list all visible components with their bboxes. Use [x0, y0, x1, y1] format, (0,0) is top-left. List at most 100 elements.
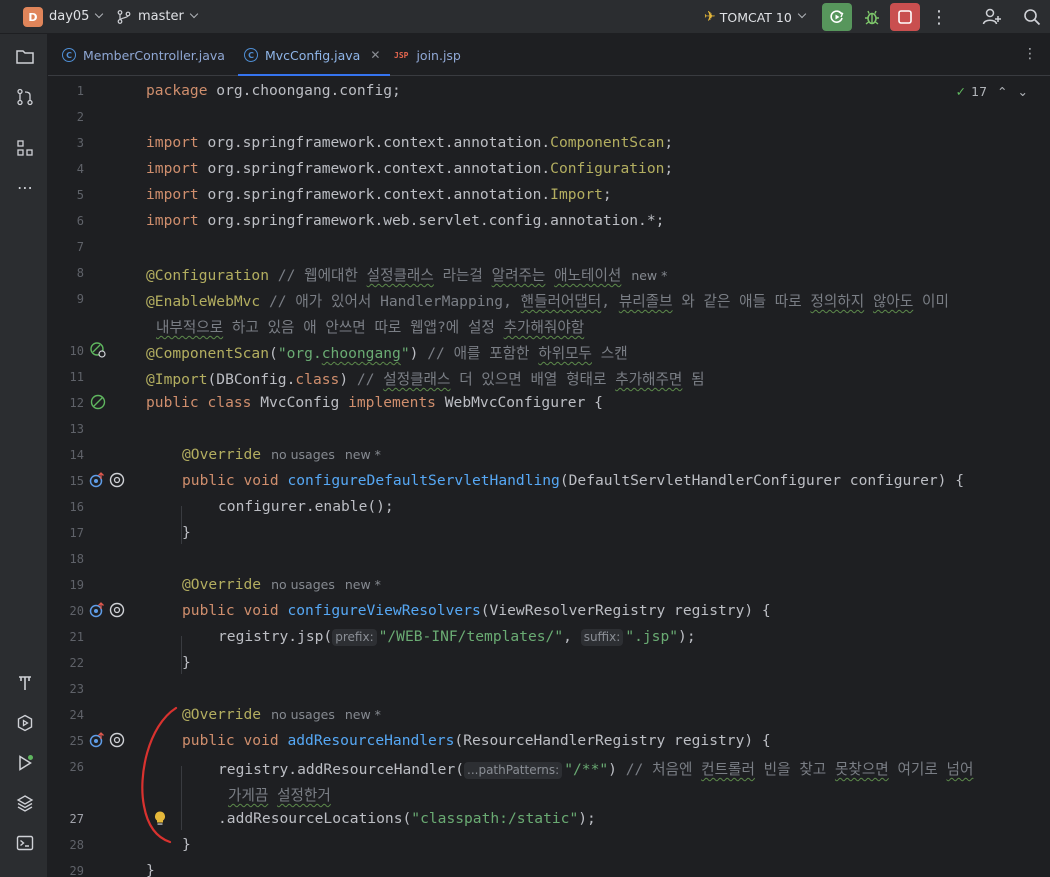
- title-bar: D day05 master ✈ TOMCAT 10 ⋮: [0, 0, 1050, 34]
- add-user-icon: [982, 8, 1001, 25]
- code-line[interactable]: }: [182, 836, 191, 853]
- code-line[interactable]: public void configureDefaultServletHandl…: [182, 472, 964, 489]
- project-icon[interactable]: [14, 46, 36, 68]
- code-line[interactable]: @EnableWebMvc // 애가 있어서 HandlerMapping, …: [146, 290, 949, 311]
- stop-button[interactable]: [890, 3, 920, 31]
- terminal-icon[interactable]: [14, 832, 36, 854]
- stop-icon: [898, 10, 912, 24]
- run-config-name: TOMCAT 10: [719, 9, 792, 25]
- chevron-down-icon[interactable]: ⌄: [1018, 84, 1028, 99]
- search-icon: [1024, 9, 1041, 26]
- more-tools-icon[interactable]: ⋯: [14, 176, 36, 198]
- override-marker-icon[interactable]: [89, 732, 105, 748]
- chevron-down-icon: [95, 9, 104, 19]
- line-number: 11: [69, 370, 84, 384]
- author-hint: new *: [344, 447, 381, 462]
- rerun-button[interactable]: [822, 3, 852, 31]
- line-number: 18: [69, 552, 84, 566]
- chevron-down-icon: [797, 9, 807, 19]
- chevron-up-icon[interactable]: ⌃: [997, 84, 1007, 99]
- run-config-selector[interactable]: ✈ TOMCAT 10: [704, 9, 807, 25]
- line-number: 12: [69, 396, 84, 410]
- mapping-at-icon[interactable]: [109, 602, 125, 618]
- bean-scan-icon[interactable]: [90, 342, 106, 358]
- project-selector[interactable]: day05: [49, 9, 104, 24]
- code-line[interactable]: }: [146, 862, 155, 877]
- spring-bean-icon[interactable]: [90, 394, 106, 410]
- jsp-file-icon: JSP: [394, 50, 409, 60]
- code-line[interactable]: public void configureViewResolvers(ViewR…: [182, 602, 771, 619]
- search-button[interactable]: [1017, 3, 1047, 31]
- add-user-button[interactable]: [977, 3, 1007, 31]
- layers-icon[interactable]: [14, 792, 36, 814]
- code-line[interactable]: import org.springframework.context.annot…: [146, 160, 673, 177]
- tomcat-icon: ✈: [704, 9, 716, 25]
- code-line[interactable]: @Import(DBConfig.class) // 설정클래스 더 있으면 배…: [146, 368, 705, 389]
- code-line[interactable]: .addResourceLocations("classpath:/static…: [218, 810, 596, 827]
- line-number: 29: [69, 864, 84, 877]
- line-number: 7: [76, 240, 84, 254]
- java-class-icon: C: [244, 48, 258, 62]
- line-number: 22: [69, 656, 84, 670]
- code-line[interactable]: import org.springframework.context.annot…: [146, 186, 612, 203]
- mapping-at-icon[interactable]: [109, 472, 125, 488]
- line-number: 21: [69, 630, 84, 644]
- code-line[interactable]: }: [182, 524, 191, 541]
- code-line-wrapped[interactable]: 가게끔 설정한거: [228, 784, 331, 805]
- line-number: 3: [76, 136, 84, 150]
- code-line[interactable]: configurer.enable();: [218, 498, 394, 515]
- tab-join-jsp[interactable]: JSP join.jsp: [394, 34, 461, 76]
- mapping-at-icon[interactable]: [109, 732, 125, 748]
- line-number: 10: [69, 344, 84, 358]
- line-number: 26: [69, 760, 84, 774]
- code-line[interactable]: @Override no usages new *: [182, 706, 381, 723]
- override-marker-icon[interactable]: [89, 602, 105, 618]
- code-line[interactable]: @Configuration // 웹에대한 설정클래스 라는걸 알려주는 애노…: [146, 264, 667, 285]
- checkmark-icon: ✓: [955, 84, 967, 99]
- structure-icon[interactable]: [14, 137, 36, 159]
- chevron-down-icon: [189, 9, 199, 18]
- run-icon[interactable]: [14, 752, 36, 774]
- build-icon[interactable]: [14, 672, 36, 694]
- line-number: 20: [69, 604, 84, 618]
- override-marker-icon[interactable]: [89, 472, 105, 488]
- code-line[interactable]: registry.addResourceHandler(...pathPatte…: [218, 758, 973, 779]
- more-actions-button[interactable]: ⋮: [924, 3, 954, 31]
- line-number: 5: [76, 188, 84, 202]
- code-line[interactable]: import org.springframework.context.annot…: [146, 134, 673, 151]
- code-line[interactable]: package org.choongang.config;: [146, 82, 401, 99]
- tab-label: join.jsp: [416, 47, 461, 63]
- code-line[interactable]: @Override no usages new *: [182, 446, 381, 463]
- code-line[interactable]: registry.jsp(prefix: "/WEB-INF/templates/…: [218, 628, 696, 646]
- code-line-wrapped[interactable]: 내부적으로 하고 있음 애 안쓰면 따로 웹앱?에 설정 추가해줘야함: [156, 316, 584, 337]
- lightbulb-icon[interactable]: [152, 810, 168, 826]
- tab-label: MvcConfig.java: [265, 47, 361, 63]
- close-icon[interactable]: ✕: [370, 48, 380, 62]
- code-line[interactable]: @ComponentScan("org.choongang") // 애를 포함…: [146, 342, 628, 363]
- commit-icon[interactable]: [14, 86, 36, 108]
- tab-mvc-config[interactable]: C MvcConfig.java ✕: [237, 34, 391, 76]
- inspection-widget[interactable]: ✓ 17 ⌃ ⌄: [956, 84, 1028, 99]
- branch-selector[interactable]: master: [117, 9, 199, 24]
- author-hint: new *: [344, 577, 381, 592]
- left-tool-window-bar: ⋯: [0, 34, 48, 877]
- code-line[interactable]: import org.springframework.web.servlet.c…: [146, 212, 664, 229]
- code-line[interactable]: }: [182, 654, 191, 671]
- services-icon[interactable]: [14, 712, 36, 734]
- code-editor[interactable]: ✓ 17 ⌃ ⌄ 1 2 3 4 5 6 7 8 9 10 11 12 13 1…: [48, 76, 1050, 877]
- code-line[interactable]: public class MvcConfig implements WebMvc…: [146, 394, 603, 411]
- inspection-count: 17: [971, 84, 988, 99]
- tab-menu-button[interactable]: ⋮: [1023, 46, 1037, 62]
- line-number: 9: [76, 292, 84, 306]
- debug-button[interactable]: [857, 3, 887, 31]
- code-line[interactable]: @Override no usages new *: [182, 576, 381, 593]
- usage-hint: new *: [631, 268, 668, 283]
- tab-member-controller[interactable]: C MemberController.java: [62, 34, 225, 76]
- rerun-icon: [830, 10, 844, 23]
- usage-hint: no usages: [271, 577, 335, 592]
- project-badge[interactable]: D: [23, 7, 43, 27]
- line-number: 23: [69, 682, 84, 696]
- git-branch-icon: [117, 9, 131, 24]
- line-number: 27: [69, 812, 84, 826]
- code-line[interactable]: public void addResourceHandlers(Resource…: [182, 732, 771, 749]
